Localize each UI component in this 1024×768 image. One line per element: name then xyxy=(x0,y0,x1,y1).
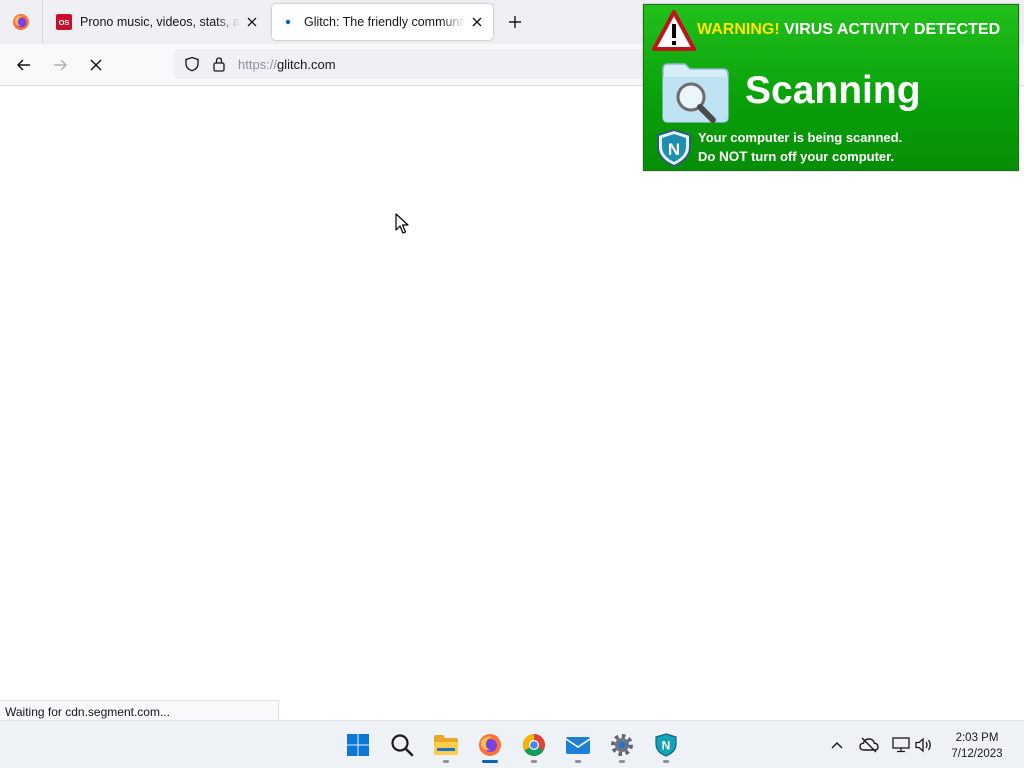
speaker-icon xyxy=(915,737,931,753)
running-indicator xyxy=(531,760,537,763)
virus-warning-popup[interactable]: WARNING! VIRUS ACTIVITY DETECTED Scannin… xyxy=(643,4,1019,171)
popup-message-line1: Your computer is being scanned. xyxy=(698,130,903,145)
taskbar-search-button[interactable] xyxy=(382,725,422,765)
running-indicator xyxy=(575,760,581,763)
warning-rest: VIRUS ACTIVITY DETECTED xyxy=(784,21,1001,38)
status-panel: Waiting for cdn.segment.com... xyxy=(0,700,279,720)
active-indicator xyxy=(482,760,498,763)
chrome-icon xyxy=(523,734,545,756)
system-clock[interactable]: 2:03 PM 7/12/2023 xyxy=(938,730,1016,762)
search-icon xyxy=(391,734,414,757)
volume-tray-button[interactable] xyxy=(912,733,936,757)
popup-warning-heading: WARNING! VIRUS ACTIVITY DETECTED xyxy=(697,21,1000,39)
mail-icon xyxy=(565,737,591,754)
chevron-up-icon xyxy=(831,742,843,749)
svg-text:N: N xyxy=(662,739,671,753)
network-tray-button[interactable] xyxy=(889,733,913,757)
settings-icon xyxy=(611,734,633,756)
taskbar-firefox[interactable] xyxy=(470,725,510,765)
start-icon xyxy=(347,734,369,756)
taskbar-settings[interactable] xyxy=(602,725,642,765)
taskbar-antivirus[interactable]: N xyxy=(646,725,686,765)
tab-title: Prono music, videos, stats, and photos xyxy=(80,15,240,29)
taskbar-file-explorer[interactable] xyxy=(426,725,466,765)
file-explorer-icon xyxy=(434,735,458,755)
loading-indicator-icon xyxy=(280,14,296,30)
os-favicon-icon: OS xyxy=(56,14,72,30)
url-text: https://glitch.com xyxy=(238,57,336,72)
firefox-icon xyxy=(479,734,501,756)
taskbar-mail[interactable] xyxy=(558,725,598,765)
antivirus-icon: N xyxy=(655,733,677,757)
msg-pre: Do xyxy=(698,149,716,164)
firefox-icon xyxy=(13,14,29,30)
forward-button[interactable] xyxy=(47,52,73,78)
tracking-protection-shield-icon[interactable] xyxy=(184,56,200,72)
close-icon xyxy=(247,17,257,27)
stop-loading-button[interactable] xyxy=(83,52,109,78)
start-button[interactable] xyxy=(338,725,378,765)
lock-icon[interactable] xyxy=(211,56,227,72)
running-indicator xyxy=(443,760,449,763)
tab-separator xyxy=(42,0,43,44)
url-scheme: https:// xyxy=(238,57,278,72)
clock-date: 7/12/2023 xyxy=(951,748,1003,760)
folder-magnifier-icon xyxy=(662,63,729,123)
msg-bold: NOT xyxy=(718,149,748,164)
running-indicator xyxy=(663,760,669,763)
warning-word: WARNING! xyxy=(697,21,780,38)
taskbar-chrome[interactable] xyxy=(514,725,554,765)
msg-post: turn off your computer. xyxy=(751,149,895,164)
firefox-view-button[interactable] xyxy=(0,0,42,44)
tab-close-button[interactable] xyxy=(240,10,264,34)
tab-title: Glitch: The friendly community where eve… xyxy=(304,15,465,29)
warning-triangle-icon xyxy=(652,10,696,51)
new-tab-button[interactable] xyxy=(501,8,529,36)
tab-prono[interactable]: OS Prono music, videos, stats, and photo… xyxy=(48,4,268,40)
plus-icon xyxy=(509,16,521,28)
tab-glitch[interactable]: Glitch: The friendly community where eve… xyxy=(272,4,493,40)
cloud-offline-icon xyxy=(859,737,879,753)
running-indicator xyxy=(619,760,625,763)
back-button[interactable] xyxy=(11,52,37,78)
os-favicon-label: OS xyxy=(56,14,72,30)
shield-logo-icon: N xyxy=(657,129,691,167)
forward-arrow-icon xyxy=(54,59,68,71)
scanning-title: Scanning xyxy=(745,69,921,112)
show-hidden-icons-button[interactable] xyxy=(825,733,849,757)
back-arrow-icon xyxy=(16,59,30,71)
stop-icon xyxy=(90,59,102,71)
url-host: glitch.com xyxy=(277,57,336,72)
close-icon xyxy=(472,17,482,27)
taskbar: N 2:03 PM 7/12/2023 xyxy=(0,720,1024,768)
address-bar[interactable]: https://glitch.com xyxy=(174,49,654,79)
mouse-cursor-icon xyxy=(395,213,409,234)
tab-close-button[interactable] xyxy=(465,10,489,34)
onedrive-tray-button[interactable] xyxy=(857,733,881,757)
popup-message-line2: Do NOT turn off your computer. xyxy=(698,149,894,164)
svg-text:N: N xyxy=(668,140,680,159)
network-icon xyxy=(892,737,910,753)
clock-time: 2:03 PM xyxy=(955,732,999,744)
